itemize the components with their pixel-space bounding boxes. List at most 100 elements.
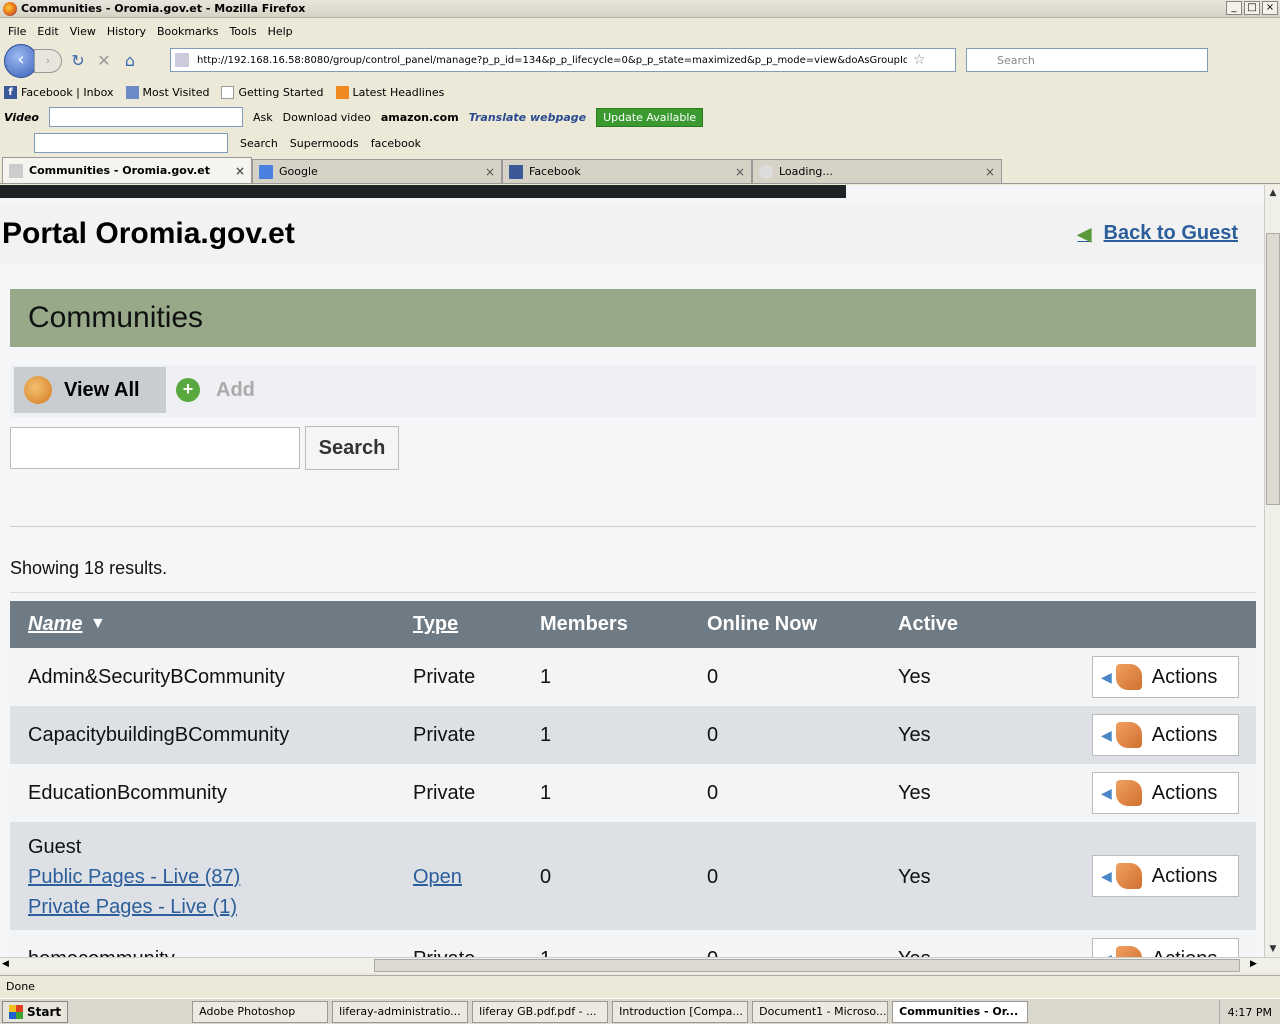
tab-label: Google bbox=[279, 165, 318, 178]
bookmark-label: Most Visited bbox=[142, 85, 210, 99]
facebook-icon bbox=[509, 164, 523, 179]
url-text[interactable]: http://192.168.16.58:8080/group/control_… bbox=[197, 55, 907, 66]
wrench-icon bbox=[1115, 664, 1142, 690]
loading-icon bbox=[759, 164, 773, 179]
add-tab[interactable]: + Add bbox=[176, 367, 255, 413]
menu-view[interactable]: View bbox=[70, 25, 96, 38]
menu-help[interactable]: Help bbox=[268, 25, 293, 38]
url-bar[interactable]: http://192.168.16.58:8080/group/control_… bbox=[170, 48, 956, 72]
reload-icon[interactable]: ↻ bbox=[68, 51, 88, 71]
scroll-up-icon[interactable]: ▲ bbox=[1265, 185, 1280, 201]
vertical-scrollbar[interactable]: ▲ ▼ bbox=[1264, 185, 1280, 957]
back-button[interactable]: ‹ bbox=[4, 44, 38, 78]
addon-toolbar-2: Search Supermoods facebook bbox=[0, 131, 1280, 155]
back-arrow-icon: ◀ bbox=[1077, 223, 1092, 244]
video-label[interactable]: Video bbox=[4, 111, 39, 124]
menu-history[interactable]: History bbox=[107, 25, 146, 38]
menu-bookmarks[interactable]: Bookmarks bbox=[157, 25, 218, 38]
column-type-header[interactable]: Type bbox=[413, 613, 458, 636]
tab-google[interactable]: Google × bbox=[252, 159, 502, 183]
column-name-header[interactable]: Name bbox=[28, 613, 82, 636]
close-button[interactable]: × bbox=[1262, 1, 1278, 15]
bookmark-facebook-inbox[interactable]: f Facebook | Inbox bbox=[4, 85, 114, 99]
bookmark-label: Facebook | Inbox bbox=[21, 85, 114, 99]
community-name: Guest bbox=[28, 836, 82, 858]
status-text: Done bbox=[6, 980, 35, 993]
private-pages-link[interactable]: Private Pages - Live (1) bbox=[28, 896, 237, 919]
table-header: Name ▼ Type Members Online Now Active bbox=[10, 601, 1256, 648]
update-available-button[interactable]: Update Available bbox=[596, 107, 704, 127]
bookmark-label: Latest Headlines bbox=[352, 85, 445, 99]
back-to-guest-link[interactable]: ◀ Back to Guest bbox=[1078, 222, 1238, 245]
status-bar: Done bbox=[0, 975, 1280, 997]
members-count: 1 bbox=[540, 666, 552, 688]
close-tab-icon[interactable]: × bbox=[485, 165, 495, 179]
facebook-button[interactable]: facebook bbox=[371, 137, 421, 150]
taskbar-item-communities[interactable]: Communities - Or... bbox=[892, 1000, 1029, 1023]
bookmark-getting-started[interactable]: Getting Started bbox=[221, 85, 324, 99]
bookmark-icon bbox=[125, 85, 139, 99]
navigation-toolbar: ‹ › ↻ ✕ ⌂ http://192.168.16.58:8080/grou… bbox=[0, 42, 1280, 80]
start-button[interactable]: Start bbox=[2, 1000, 69, 1023]
close-tab-icon[interactable]: × bbox=[735, 165, 745, 179]
scroll-left-icon[interactable]: ◀ bbox=[2, 959, 9, 969]
supermoods-button[interactable]: Supermoods bbox=[290, 137, 359, 150]
start-label: Start bbox=[27, 1004, 62, 1019]
menu-edit[interactable]: Edit bbox=[37, 25, 58, 38]
scroll-down-icon[interactable]: ▼ bbox=[1265, 941, 1280, 957]
close-tab-icon[interactable]: × bbox=[235, 164, 245, 178]
taskbar-item-introduction[interactable]: Introduction [Compa... bbox=[612, 1000, 749, 1023]
actions-button[interactable]: ◀ Actions bbox=[1092, 656, 1239, 698]
addon-search-button[interactable]: Search bbox=[240, 137, 278, 150]
actions-button[interactable]: ◀ Actions bbox=[1092, 855, 1239, 897]
home-icon[interactable]: ⌂ bbox=[120, 51, 140, 71]
star-icon[interactable]: ☆ bbox=[913, 52, 926, 68]
table-row: CapacitybuildingBCommunity Private 1 0 Y… bbox=[10, 706, 1256, 764]
browser-search-placeholder: Search bbox=[997, 53, 1035, 67]
active-status: Yes bbox=[898, 666, 931, 688]
site-icon bbox=[9, 163, 23, 178]
actions-button[interactable]: ◀ Actions bbox=[1092, 772, 1239, 814]
minimize-button[interactable]: _ bbox=[1226, 1, 1242, 15]
taskbar-item-document1[interactable]: Document1 - Microso... bbox=[752, 1000, 889, 1023]
chevron-left-icon: ◀ bbox=[1101, 726, 1112, 743]
bookmark-latest-headlines[interactable]: Latest Headlines bbox=[335, 85, 445, 99]
public-pages-link[interactable]: Public Pages - Live (87) bbox=[28, 866, 240, 889]
google-icon bbox=[259, 164, 273, 179]
actions-button[interactable]: ◀ Actions bbox=[1092, 938, 1239, 957]
stop-icon[interactable]: ✕ bbox=[94, 51, 114, 71]
search-button[interactable]: Search bbox=[305, 426, 399, 470]
tab-loading[interactable]: Loading... × bbox=[752, 159, 1002, 183]
addon-search-input[interactable] bbox=[34, 133, 228, 153]
translate-button[interactable]: Translate webpage bbox=[469, 111, 586, 124]
ask-button[interactable]: Ask bbox=[253, 111, 273, 124]
download-video-button[interactable]: Download video bbox=[283, 111, 371, 124]
page-viewport: Portal Oromia.gov.et ◀ Back to Guest Com… bbox=[0, 185, 1264, 957]
bookmark-most-visited[interactable]: Most Visited bbox=[125, 85, 210, 99]
taskbar-item-liferay-pdf[interactable]: liferay GB.pdf.pdf - ... bbox=[472, 1000, 609, 1023]
community-type: Private bbox=[413, 724, 476, 746]
sort-desc-icon[interactable]: ▼ bbox=[90, 615, 106, 633]
clock[interactable]: 4:17 PM bbox=[1228, 1006, 1272, 1019]
scroll-thumb[interactable] bbox=[374, 959, 1240, 972]
video-search-input[interactable] bbox=[48, 107, 243, 127]
amazon-button[interactable]: amazon.com bbox=[381, 111, 459, 124]
community-search-input[interactable] bbox=[10, 427, 300, 469]
maximize-button[interactable]: □ bbox=[1244, 1, 1260, 15]
taskbar-item-liferay-admin[interactable]: liferay-administratio... bbox=[332, 1000, 469, 1023]
tab-facebook[interactable]: Facebook × bbox=[502, 159, 752, 183]
community-type[interactable]: Open bbox=[413, 866, 462, 889]
scroll-thumb[interactable] bbox=[1266, 233, 1280, 505]
menu-tools[interactable]: Tools bbox=[229, 25, 256, 38]
horizontal-scrollbar[interactable]: ◀ ▶ bbox=[0, 957, 1280, 973]
forward-button[interactable]: › bbox=[34, 49, 62, 73]
browser-search-box[interactable]: Search bbox=[966, 48, 1208, 72]
menu-file[interactable]: File bbox=[8, 25, 26, 38]
close-tab-icon[interactable]: × bbox=[985, 165, 995, 179]
scroll-right-icon[interactable]: ▶ bbox=[1250, 959, 1257, 969]
view-all-tab[interactable]: View All bbox=[14, 367, 166, 413]
taskbar-item-photoshop[interactable]: Adobe Photoshop bbox=[192, 1000, 329, 1023]
tab-communities[interactable]: Communities - Oromia.gov.et × bbox=[2, 157, 252, 183]
actions-button[interactable]: ◀ Actions bbox=[1092, 714, 1239, 756]
table-row: Guest Public Pages - Live (87) Private P… bbox=[10, 822, 1256, 930]
